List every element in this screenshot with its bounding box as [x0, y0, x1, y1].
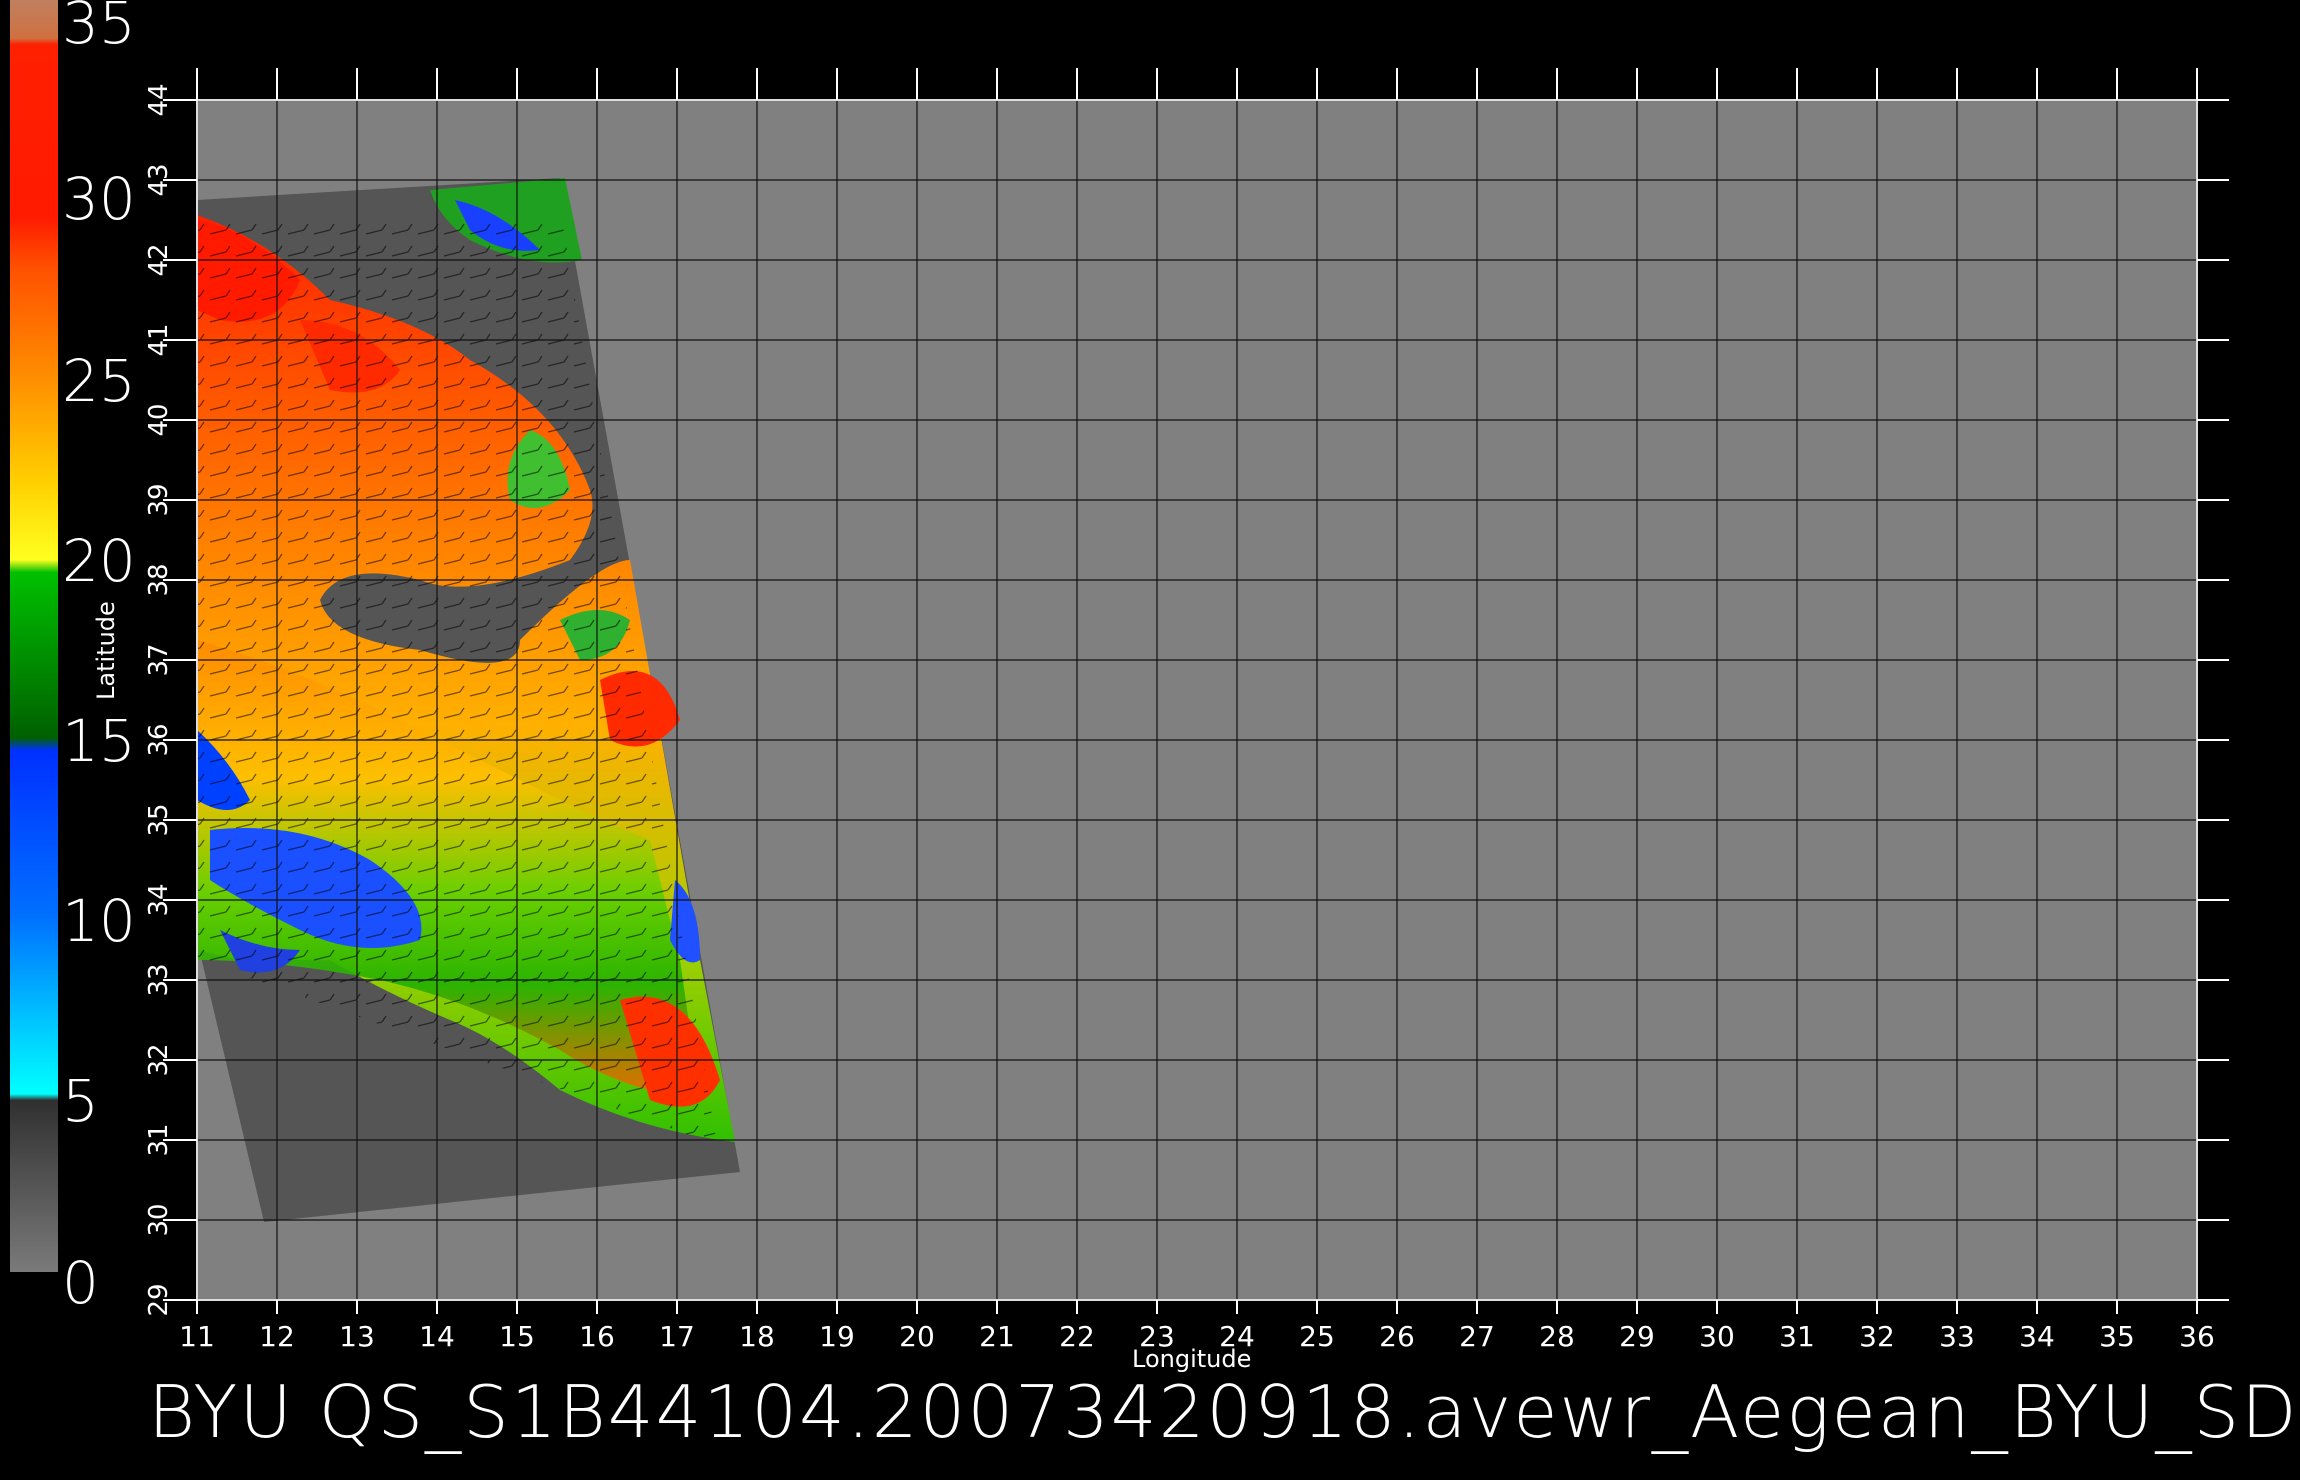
lat-tick-label: 43: [144, 163, 174, 196]
lat-tick-label: 40: [144, 403, 174, 436]
lon-tick-label: 31: [1779, 1320, 1815, 1353]
figure-title: BYU QS_S1B44104.20073420918.avewr_Aegean…: [148, 1370, 2300, 1454]
lon-tick-label: 11: [179, 1320, 215, 1353]
y-axis-title: Latitude: [92, 601, 120, 700]
lat-tick-label: 37: [144, 643, 174, 676]
lat-tick-label: 35: [144, 803, 174, 836]
lon-tick-label: 33: [1939, 1320, 1975, 1353]
lon-tick-label: 27: [1459, 1320, 1495, 1353]
lon-tick-label: 26: [1379, 1320, 1415, 1353]
lat-tick-label: 33: [144, 963, 174, 996]
plot-area: [196, 99, 2198, 1301]
lat-tick-label: 34: [144, 883, 174, 916]
lon-tick-label: 34: [2019, 1320, 2055, 1353]
x-axis-title: Longitude: [1132, 1345, 1252, 1373]
lat-tick-label: 39: [144, 483, 174, 516]
lon-tick-label: 12: [259, 1320, 295, 1353]
lon-tick-label: 14: [419, 1320, 455, 1353]
lat-tick-label: 41: [144, 323, 174, 356]
lon-tick-label: 13: [339, 1320, 375, 1353]
lon-tick-label: 30: [1699, 1320, 1735, 1353]
lon-tick-label: 32: [1859, 1320, 1895, 1353]
lon-tick-label: 19: [819, 1320, 855, 1353]
wind-map: 11 12 13 14 15 16 17 18 19 20 21 22 23 24 25 26 27 28 29 30…: [144, 68, 2229, 1353]
lat-tick-label: 38: [144, 563, 174, 596]
lon-tick-label: 28: [1539, 1320, 1575, 1353]
lat-tick-label: 29: [144, 1283, 174, 1316]
lon-tick-label: 16: [579, 1320, 615, 1353]
lon-tick-label: 22: [1059, 1320, 1095, 1353]
lat-tick-label: 42: [144, 243, 174, 276]
lon-tick-label: 15: [499, 1320, 535, 1353]
lat-tick-label: 31: [144, 1123, 174, 1156]
lon-tick-label: 36: [2179, 1320, 2215, 1353]
lon-tick-label: 35: [2099, 1320, 2135, 1353]
lon-tick-label: 29: [1619, 1320, 1655, 1353]
lat-tick-label: 30: [144, 1203, 174, 1236]
lat-tick-label: 44: [144, 83, 174, 116]
lon-tick-label: 17: [659, 1320, 695, 1353]
lon-tick-label: 25: [1299, 1320, 1335, 1353]
lat-tick-label: 32: [144, 1043, 174, 1076]
lon-tick-label: 20: [899, 1320, 935, 1353]
lon-tick-label: 21: [979, 1320, 1015, 1353]
lon-tick-label: 18: [739, 1320, 775, 1353]
lat-tick-label: 36: [144, 723, 174, 756]
